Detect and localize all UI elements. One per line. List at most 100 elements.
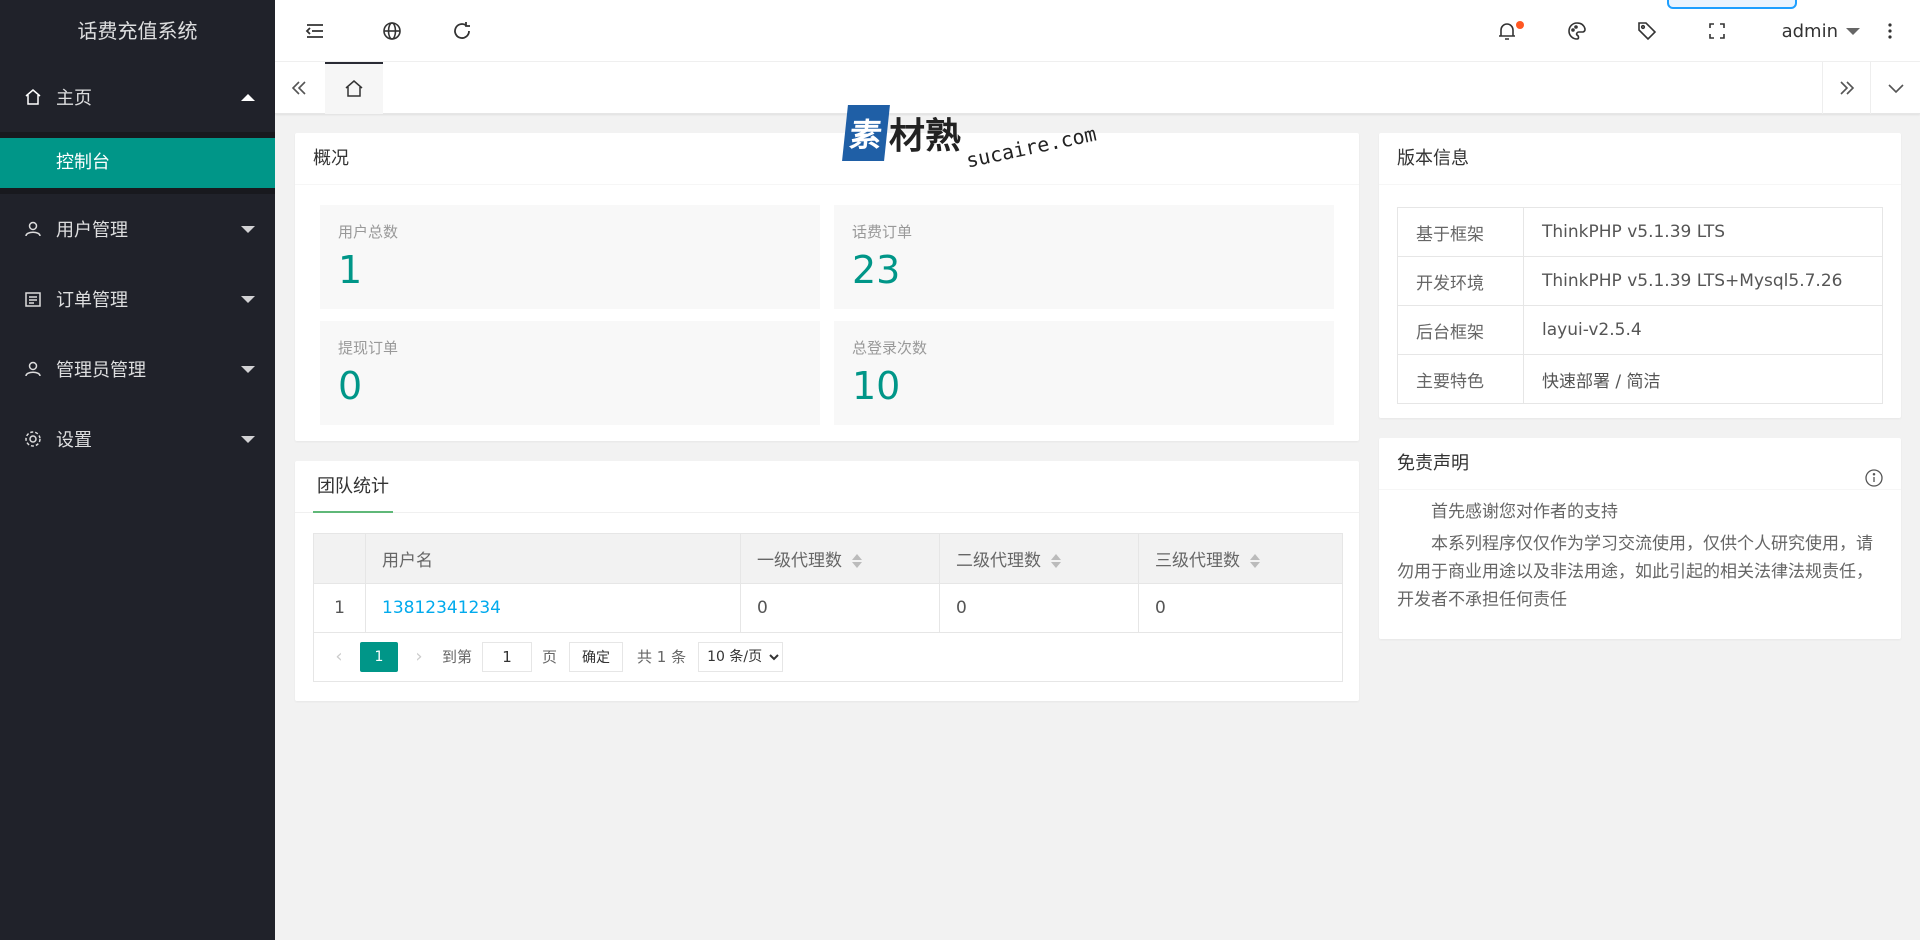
tab-scroll-right-icon[interactable] xyxy=(1822,62,1870,114)
table-row: 开发环境 ThinkPHP v5.1.39 LTS+Mysql5.7.26 xyxy=(1397,256,1883,306)
version-value: layui-v2.5.4 xyxy=(1523,305,1883,355)
stat-value: 23 xyxy=(852,248,901,292)
top-header: admin xyxy=(275,0,1920,62)
admin-icon xyxy=(24,360,42,378)
tab-scroll-left-icon[interactable] xyxy=(275,62,323,114)
overview-title: 概况 xyxy=(295,133,1359,185)
caret-down-icon xyxy=(241,296,255,303)
version-value: ThinkPHP v5.1.39 LTS+Mysql5.7.26 xyxy=(1523,256,1883,306)
sidebar-item-label: 用户管理 xyxy=(56,220,128,241)
tab-home[interactable] xyxy=(325,62,383,114)
index-header xyxy=(313,533,366,584)
username-link[interactable]: 13812341234 xyxy=(382,598,501,618)
sidebar-item-orders[interactable]: 订单管理 xyxy=(0,264,275,334)
version-title: 版本信息 xyxy=(1379,133,1901,185)
version-table: 基于框架 ThinkPHP v5.1.39 LTS 开发环境 ThinkPHP … xyxy=(1397,207,1883,404)
stat-label: 提现订单 xyxy=(338,339,399,357)
table-header-row: 用户名 一级代理数 二级代理数 三级代理数 xyxy=(313,533,1343,584)
watermark-logo: 素 材熟 sucaire.com xyxy=(842,105,1099,173)
version-key: 主要特色 xyxy=(1397,354,1524,404)
page-label: 页 xyxy=(542,648,558,666)
bell-icon[interactable] xyxy=(1472,0,1542,62)
disclaimer-title: 免责声明 xyxy=(1397,453,1469,474)
col-level1[interactable]: 一级代理数 xyxy=(740,533,940,584)
caret-down-icon xyxy=(241,226,255,233)
version-value: ThinkPHP v5.1.39 LTS xyxy=(1523,207,1883,257)
col-username[interactable]: 用户名 xyxy=(365,533,741,584)
user-name: admin xyxy=(1781,20,1838,42)
row-index: 1 xyxy=(313,583,366,633)
notification-dot xyxy=(1516,21,1524,29)
stat-label: 总登录次数 xyxy=(852,339,928,357)
tab-bar xyxy=(275,62,1920,114)
col-level2[interactable]: 二级代理数 xyxy=(939,533,1139,584)
watermark-text-cn: 材熟 xyxy=(889,116,962,157)
sidebar-submenu: 控制台 xyxy=(0,132,275,194)
app-title: 话费充值系统 xyxy=(77,19,198,43)
row-level3: 0 xyxy=(1138,583,1343,633)
table-row: 基于框架 ThinkPHP v5.1.39 LTS xyxy=(1397,207,1883,257)
team-table: 用户名 一级代理数 二级代理数 三级代理数 1 13812341234 0 0 … xyxy=(313,533,1343,633)
sidebar-item-label: 设置 xyxy=(56,430,92,451)
prev-page-icon[interactable]: ‹ xyxy=(330,646,348,667)
sort-icon[interactable] xyxy=(1250,553,1260,569)
disclaimer-card: 免责声明 首先感谢您对作者的支持 本系列程序仅仅作为学习交流使用，仅供个人研究使… xyxy=(1379,438,1901,639)
table-row: 主要特色 快速部署 / 简洁 xyxy=(1397,354,1883,404)
row-username: 13812341234 xyxy=(365,583,741,633)
pagination: ‹ 1 › 到第 页 确定 共 1 条 10 条/页 xyxy=(313,632,1343,682)
page-number-input[interactable] xyxy=(482,641,533,672)
home-icon xyxy=(24,88,42,106)
sidebar-item-console[interactable]: 控制台 xyxy=(0,138,275,188)
fullscreen-icon[interactable] xyxy=(1682,0,1752,62)
sidebar: 话费充值系统 主页 控制台 用户管理 订单管理 管理员管理 设置 xyxy=(0,0,275,940)
watermark-box: 素 xyxy=(842,105,890,161)
total-count: 共 1 条 xyxy=(637,648,687,666)
version-value: 快速部署 / 简洁 xyxy=(1523,354,1883,404)
confirm-page-button[interactable]: 确定 xyxy=(569,641,624,672)
stat-withdraw-orders: 提现订单 0 xyxy=(320,321,820,425)
theme-icon[interactable] xyxy=(1542,0,1612,62)
version-card: 版本信息 基于框架 ThinkPHP v5.1.39 LTS 开发环境 Thin… xyxy=(1379,133,1901,418)
stat-value: 1 xyxy=(338,248,363,292)
user-icon xyxy=(24,220,42,238)
stat-phone-orders: 话费订单 23 xyxy=(834,205,1334,309)
disclaimer-paragraph: 首先感谢您对作者的支持 xyxy=(1431,502,1618,522)
per-page-select[interactable]: 10 条/页 xyxy=(698,641,784,672)
goto-label: 到第 xyxy=(442,648,473,666)
home-icon xyxy=(345,80,363,97)
info-icon[interactable] xyxy=(1865,456,1883,508)
sidebar-item-settings[interactable]: 设置 xyxy=(0,404,275,474)
floating-badge[interactable] xyxy=(1667,0,1797,9)
disclaimer-header: 免责声明 xyxy=(1379,438,1901,490)
current-page[interactable]: 1 xyxy=(360,641,398,672)
sidebar-item-admins[interactable]: 管理员管理 xyxy=(0,334,275,404)
sidebar-item-home[interactable]: 主页 xyxy=(0,62,275,132)
tab-dropdown-icon[interactable] xyxy=(1870,62,1920,114)
menu-toggle-icon[interactable] xyxy=(280,0,350,62)
sidebar-item-label: 管理员管理 xyxy=(56,360,146,381)
team-tab-bar: 团队统计 xyxy=(295,461,1359,513)
globe-icon[interactable] xyxy=(357,0,427,62)
user-menu[interactable]: admin xyxy=(1782,0,1860,62)
sort-icon[interactable] xyxy=(1051,553,1061,569)
table-row: 后台框架 layui-v2.5.4 xyxy=(1397,305,1883,355)
stat-users: 用户总数 1 xyxy=(320,205,820,309)
tag-icon[interactable] xyxy=(1612,0,1682,62)
overview-card: 概况 用户总数 1 话费订单 23 提现订单 0 总登录次数 10 xyxy=(295,133,1359,441)
caret-down-icon xyxy=(1846,27,1860,35)
stat-value: 10 xyxy=(852,364,901,408)
row-level1: 0 xyxy=(740,583,940,633)
next-page-icon[interactable]: › xyxy=(410,646,428,667)
tab-team-stats[interactable]: 团队统计 xyxy=(313,461,393,513)
more-icon[interactable] xyxy=(1860,0,1920,62)
stat-logins: 总登录次数 10 xyxy=(834,321,1334,425)
refresh-icon[interactable] xyxy=(427,0,497,62)
row-level2: 0 xyxy=(939,583,1139,633)
sidebar-item-users[interactable]: 用户管理 xyxy=(0,194,275,264)
table-row: 1 13812341234 0 0 0 xyxy=(313,583,1343,633)
sidebar-item-label: 主页 xyxy=(56,88,92,109)
sort-icon[interactable] xyxy=(852,553,862,569)
col-level3[interactable]: 三级代理数 xyxy=(1138,533,1343,584)
disclaimer-paragraph: 本系列程序仅仅作为学习交流使用，仅供个人研究使用，请勿用于商业用途以及非法用途，… xyxy=(1397,534,1873,610)
stat-value: 0 xyxy=(338,364,363,408)
